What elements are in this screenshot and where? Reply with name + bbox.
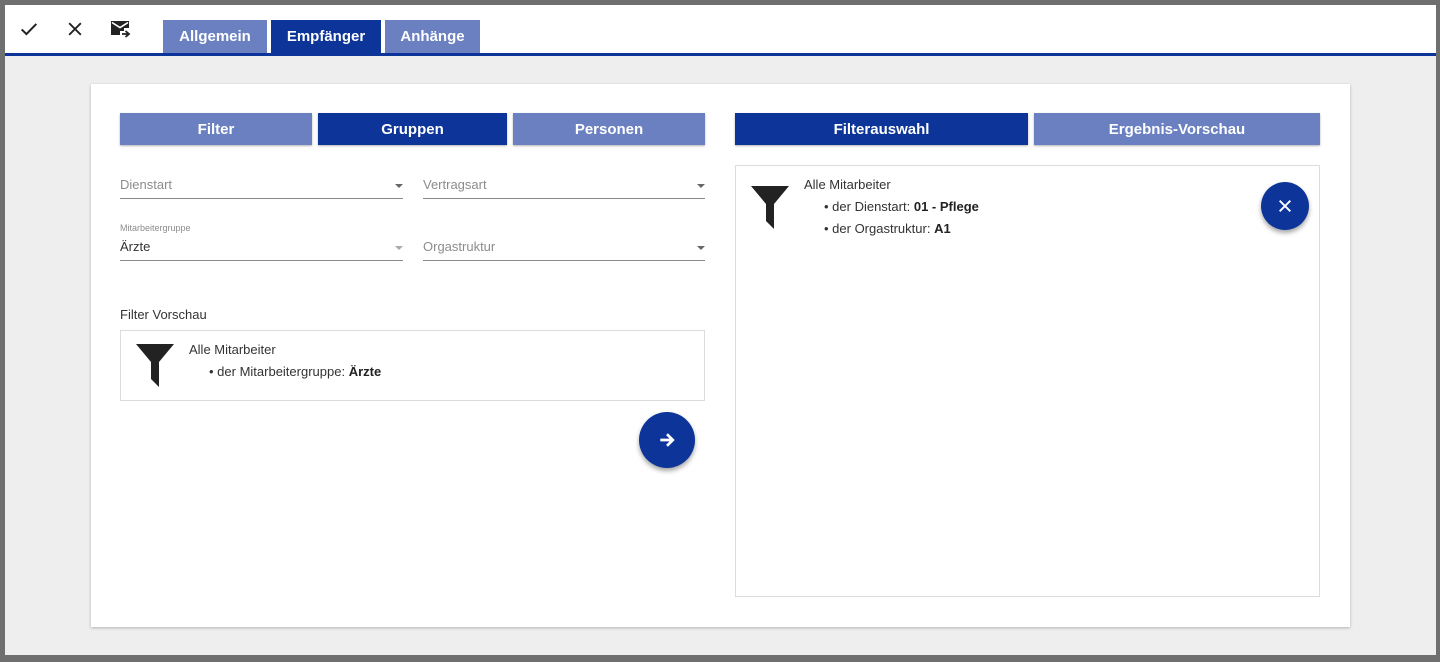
remove-filter-button[interactable] [1261, 182, 1309, 230]
selection-item: • der Orgastruktur: A1 [824, 221, 951, 236]
preview-item-prefix: der Mitarbeitergruppe: [217, 364, 346, 379]
segment-gruppen[interactable]: Gruppen [318, 113, 507, 145]
selection-item-prefix: der Orgastruktur: [832, 221, 931, 236]
selection-title: Alle Mitarbeiter [804, 177, 891, 192]
arrow-right-icon [660, 433, 675, 447]
toolbar: Allgemein Empfänger Anhänge [5, 5, 1436, 56]
send-mail-button[interactable] [109, 17, 133, 41]
selection-item-value: A1 [934, 221, 951, 236]
tab-underline [5, 53, 1436, 56]
segment-filter[interactable]: Filter [120, 113, 312, 145]
preview-item: • der Mitarbeitergruppe: Ärzte [209, 364, 382, 379]
recipient-card: Filter Gruppen Personen Filterauswahl Er… [91, 84, 1350, 627]
dienstart-placeholder: Dienstart [120, 177, 173, 192]
mitarbeitergruppe-value: Ärzte [120, 239, 151, 254]
check-icon [20, 23, 38, 36]
filter-preview-box: Alle Mitarbeiter • der Mitarbeitergruppe… [120, 330, 705, 401]
mail-forward-icon [111, 21, 131, 38]
orgastruktur-select[interactable]: Orgastruktur [423, 231, 705, 261]
close-icon [1279, 200, 1291, 212]
close-icon [68, 22, 82, 36]
segment-personen[interactable]: Personen [513, 113, 705, 145]
preview-title: Alle Mitarbeiter [189, 342, 276, 357]
segment-filterauswahl[interactable]: Filterauswahl [735, 113, 1028, 145]
filter-preview-heading: Filter Vorschau [120, 307, 207, 322]
add-filter-button[interactable] [639, 412, 695, 468]
mitarbeitergruppe-select[interactable]: Mitarbeitergruppe Ärzte [120, 223, 403, 261]
vertragsart-select[interactable]: Vertragsart [423, 169, 705, 199]
selection-item-prefix: der Dienstart: [832, 199, 911, 214]
selection-item: • der Dienstart: 01 - Pflege [824, 199, 979, 214]
orgastruktur-placeholder: Orgastruktur [423, 239, 496, 254]
funnel-icon [136, 344, 174, 387]
selection-item-value: 01 - Pflege [913, 199, 979, 214]
chevron-down-icon [395, 184, 403, 188]
dialog-window: Allgemein Empfänger Anhänge Filter Grupp… [5, 5, 1436, 655]
cancel-button[interactable] [63, 17, 87, 41]
mitarbeitergruppe-label: Mitarbeitergruppe [120, 223, 191, 233]
chevron-down-icon [697, 246, 705, 250]
vertragsart-placeholder: Vertragsart [423, 177, 487, 192]
chevron-down-icon [395, 246, 403, 250]
preview-item-value: Ärzte [348, 364, 382, 379]
segment-ergebnis-vorschau[interactable]: Ergebnis-Vorschau [1034, 113, 1320, 145]
dienstart-select[interactable]: Dienstart [120, 169, 403, 199]
confirm-button[interactable] [17, 17, 41, 41]
filter-selection-box: Alle Mitarbeiter • der Dienstart: 01 - P… [735, 165, 1320, 597]
chevron-down-icon [697, 184, 705, 188]
tab-allgemein[interactable]: Allgemein [163, 20, 267, 53]
funnel-icon [751, 186, 789, 229]
tab-anhaenge[interactable]: Anhänge [385, 20, 480, 53]
tab-empfaenger[interactable]: Empfänger [271, 20, 381, 53]
